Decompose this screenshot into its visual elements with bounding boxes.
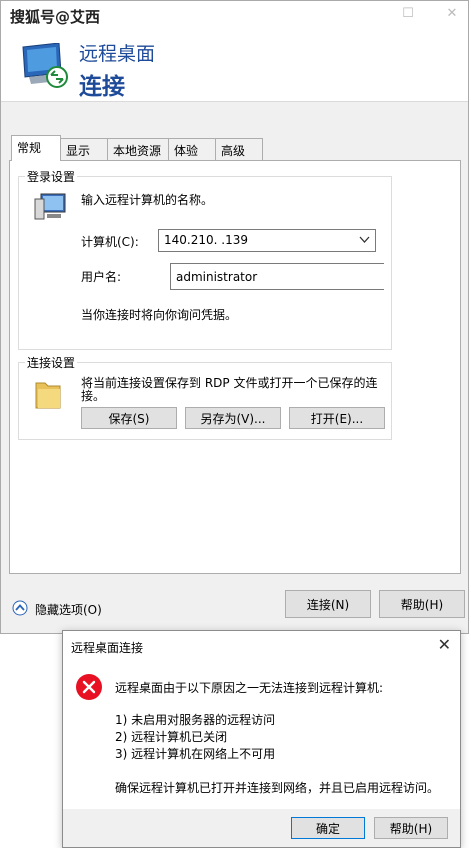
- folder-icon: [35, 382, 61, 409]
- close-icon[interactable]: ✕: [445, 7, 459, 21]
- header-banner: [1, 31, 468, 101]
- credential-note: 当你连接时将向你询问凭据。: [81, 308, 238, 322]
- tab-panel-general: 登录设置 输入远程计算机的名称。 计算机(C): 140.210. .139 用…: [9, 160, 461, 574]
- tab-display[interactable]: 显示: [60, 138, 108, 160]
- error-icon: [76, 674, 102, 700]
- maximize-icon[interactable]: ☐: [401, 7, 415, 21]
- error-dialog-footer: 确定 帮助(H): [63, 809, 460, 847]
- error-dialog: 远程桌面连接 ✕ 远程桌面由于以下原因之一无法连接到远程计算机: 1) 未启用对…: [62, 630, 461, 848]
- ok-button[interactable]: 确定: [291, 817, 365, 839]
- connection-settings-group: 连接设置 将当前连接设置保存到 RDP 文件或打开一个已保存的连 接。 保存(S…: [18, 354, 392, 440]
- error-help-button[interactable]: 帮助(H): [374, 817, 448, 839]
- tab-label: 显示: [66, 144, 91, 158]
- rdp-window: ☐ ✕ 远程桌面 连接 常规 显示 本地资源 体验 高级 登录设置 输入远程计算…: [0, 0, 469, 634]
- username-label: 用户名:: [81, 270, 122, 284]
- chevron-down-icon[interactable]: [359, 234, 370, 245]
- watermark-text: 搜狐号@艾西: [10, 8, 101, 26]
- connection-settings-title: 连接设置: [25, 354, 78, 371]
- window-title: 远程桌面: [79, 43, 156, 65]
- computer-label: 计算机(C):: [81, 235, 139, 249]
- help-button[interactable]: 帮助(H): [379, 590, 465, 618]
- tab-advanced[interactable]: 高级: [215, 138, 263, 160]
- tab-label: 高级: [221, 144, 246, 158]
- close-icon[interactable]: ✕: [438, 637, 451, 653]
- save-button[interactable]: 保存(S): [81, 407, 177, 429]
- open-button[interactable]: 打开(E)...: [289, 407, 385, 429]
- tab-general[interactable]: 常规: [11, 135, 61, 161]
- connection-desc-line2: 接。: [81, 389, 106, 403]
- header-divider: [1, 101, 468, 102]
- save-as-button[interactable]: 另存为(V)...: [185, 407, 281, 429]
- tab-label: 体验: [174, 144, 199, 158]
- connect-button[interactable]: 连接(N): [285, 590, 371, 618]
- computer-combobox[interactable]: 140.210. .139: [158, 229, 376, 252]
- computer-icon: [34, 193, 66, 220]
- connection-desc-line1: 将当前连接设置保存到 RDP 文件或打开一个已保存的连: [81, 376, 378, 390]
- username-input[interactable]: [170, 263, 384, 290]
- computer-value: 140.210. .139: [164, 233, 248, 247]
- tab-label: 本地资源: [113, 144, 162, 158]
- login-settings-group: 登录设置 输入远程计算机的名称。 计算机(C): 140.210. .139 用…: [18, 168, 392, 350]
- error-message: 远程桌面由于以下原因之一无法连接到远程计算机:: [115, 681, 384, 695]
- error-advice: 确保远程计算机已打开并连接到网络，并且已启用远程访问。: [115, 781, 440, 795]
- error-dialog-title: 远程桌面连接: [71, 641, 144, 655]
- collapse-options-icon[interactable]: [12, 600, 28, 616]
- window-subtitle: 连接: [79, 74, 125, 100]
- tab-local-resources[interactable]: 本地资源: [107, 138, 169, 160]
- tab-experience[interactable]: 体验: [168, 138, 216, 160]
- remote-desktop-icon: [22, 43, 68, 88]
- tab-label: 常规: [17, 141, 42, 155]
- error-reason: 2) 远程计算机已关闭: [115, 730, 228, 744]
- error-reason: 3) 远程计算机在网络上不可用: [115, 747, 276, 761]
- login-settings-title: 登录设置: [25, 168, 78, 185]
- computer-prompt: 输入远程计算机的名称。: [81, 193, 214, 207]
- hide-options-link[interactable]: 隐藏选项(O): [35, 601, 102, 618]
- error-reason: 1) 未启用对服务器的远程访问: [115, 713, 276, 727]
